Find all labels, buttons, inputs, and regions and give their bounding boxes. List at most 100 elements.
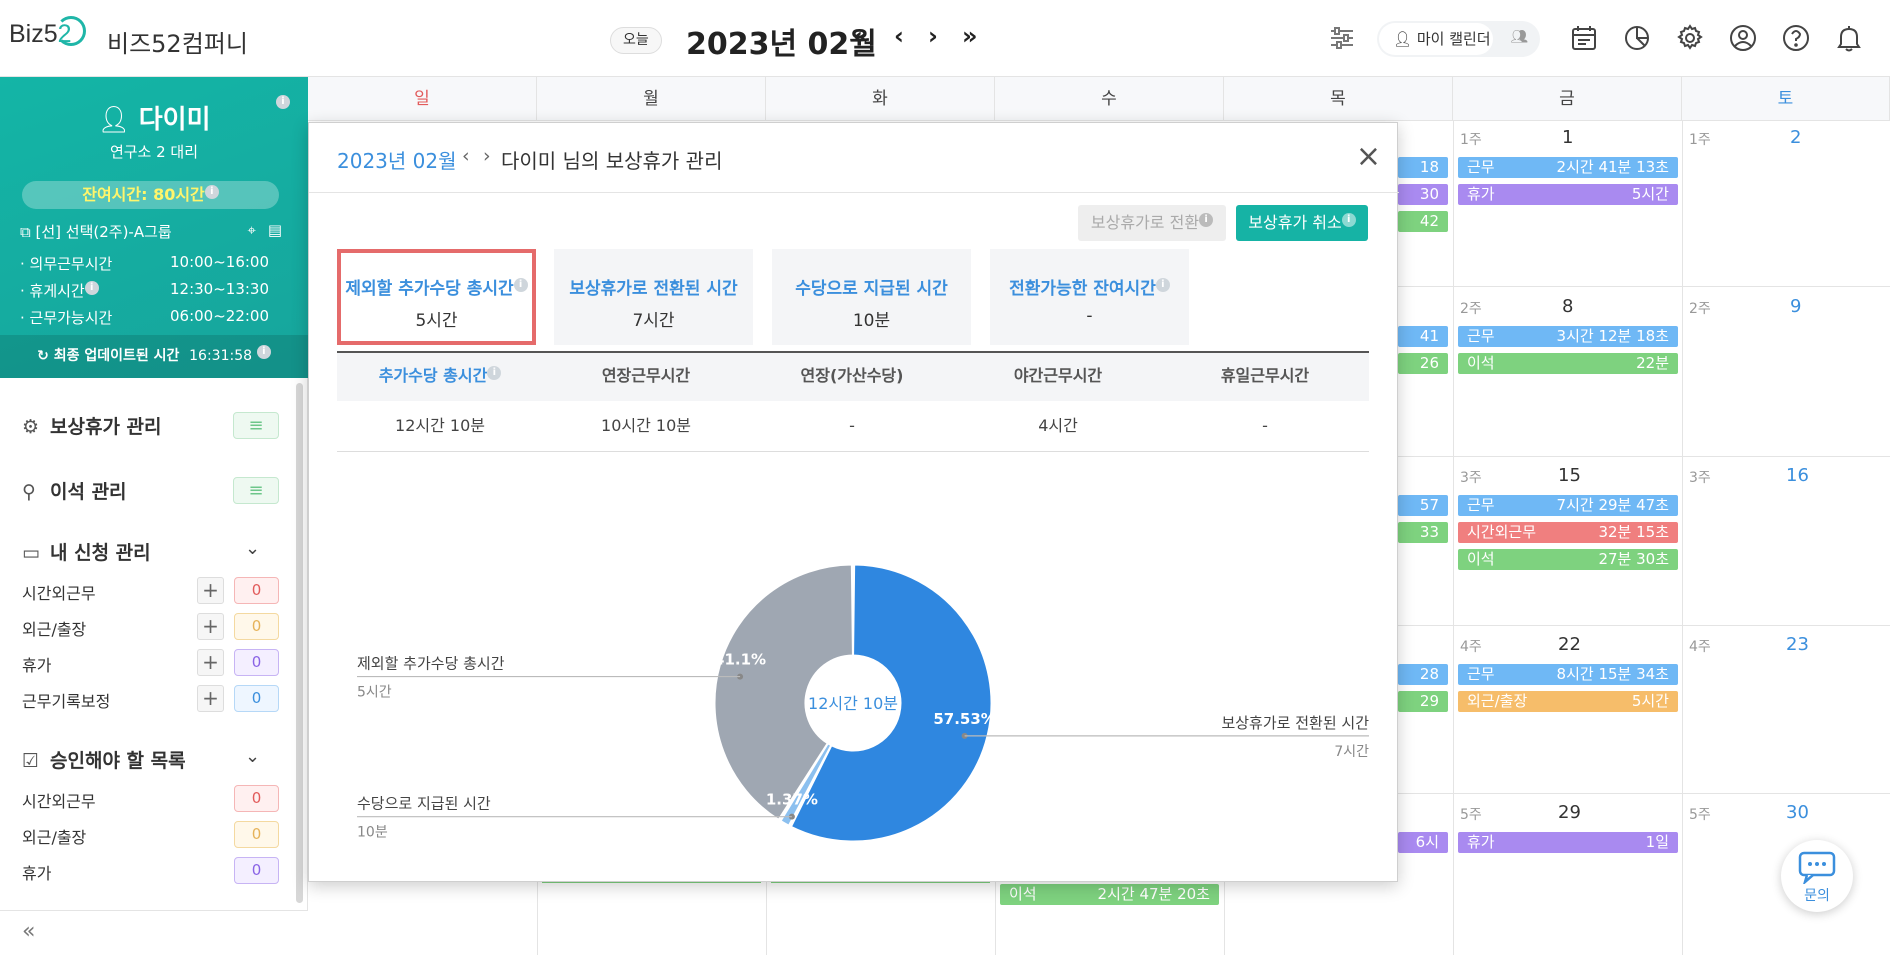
event-bar-outside[interactable]: 외근/출장 5시간 bbox=[1458, 691, 1678, 712]
chevron-down-icon[interactable]: ⌄ bbox=[245, 746, 260, 767]
event-bar-seat[interactable]: 33초 bbox=[1398, 522, 1448, 562]
approval-item-overtime[interactable]: 시간외근무 bbox=[22, 788, 96, 812]
date-number[interactable]: 22 bbox=[1558, 634, 1581, 655]
date-number[interactable]: 9 bbox=[1790, 296, 1801, 317]
event-bar-seat[interactable]: 이석 27분 30초 bbox=[1458, 549, 1678, 570]
event-bar-work[interactable]: 18초 bbox=[1398, 157, 1448, 197]
add-leave-button[interactable]: + bbox=[197, 649, 224, 676]
add-overtime-button[interactable]: + bbox=[197, 577, 224, 604]
event-bar-work[interactable]: 근무 8시간 15분 34초 bbox=[1458, 664, 1678, 685]
location-icon[interactable]: ⌖ bbox=[248, 221, 256, 239]
collapse-sidebar-button[interactable]: « bbox=[22, 919, 35, 944]
request-item-overtime[interactable]: 시간외근무 bbox=[22, 580, 96, 604]
approvals-header[interactable]: ☑ 승인해야 할 목록 bbox=[22, 746, 186, 773]
refresh-icon[interactable]: ↻ bbox=[37, 348, 49, 364]
my-requests-header[interactable]: ▭ 내 신청 관리 bbox=[22, 538, 151, 565]
request-item-leave[interactable]: 휴가 bbox=[22, 652, 51, 676]
leave-count[interactable]: 0 bbox=[234, 649, 279, 676]
day-header-fri: 금 bbox=[1453, 77, 1682, 121]
help-question-icon[interactable] bbox=[1780, 22, 1812, 54]
group-users-icon[interactable]: 👥︎ bbox=[1510, 29, 1528, 45]
info-icon[interactable]: i bbox=[276, 95, 290, 109]
chair-icon: ⚲ bbox=[22, 481, 36, 503]
event-bar-seat[interactable]: 26초 bbox=[1398, 353, 1448, 393]
first-month-button[interactable]: « bbox=[853, 22, 869, 50]
comp-leave-menu[interactable]: ⚙ 보상휴가 관리 bbox=[22, 412, 162, 439]
event-bar-leave[interactable]: 6시간 bbox=[1398, 832, 1448, 872]
add-outside-button[interactable]: + bbox=[197, 613, 224, 640]
date-number[interactable]: 16 bbox=[1786, 465, 1809, 486]
event-bar-work[interactable]: 근무 3시간 12분 18초 bbox=[1458, 326, 1678, 347]
date-number[interactable]: 23 bbox=[1786, 634, 1809, 655]
work-group: ⧉ [선] 선택(2주)-A그룹 ⌖ ▤ bbox=[20, 221, 282, 241]
filter-sliders-icon[interactable] bbox=[1326, 22, 1358, 54]
add-correction-button[interactable]: + bbox=[197, 685, 224, 712]
event-bar-work[interactable]: 근무 7시간 29분 47초 bbox=[1458, 495, 1678, 516]
seat-leave-menu[interactable]: ⚲ 이석 관리 bbox=[22, 477, 127, 504]
day-header-sun: 일 bbox=[308, 77, 537, 121]
settings-gear-icon[interactable] bbox=[1674, 22, 1706, 54]
event-bar-work[interactable]: 28초 bbox=[1398, 664, 1448, 704]
notification-bell-icon[interactable] bbox=[1833, 22, 1865, 54]
prev-month-button[interactable]: ‹ bbox=[894, 22, 904, 50]
approval-outside-count[interactable]: 0 bbox=[234, 821, 279, 848]
slice-percent-label: 57.53% bbox=[933, 710, 995, 728]
inquiry-chat-button[interactable]: 문의 bbox=[1781, 840, 1853, 912]
calendar-icon[interactable] bbox=[1568, 22, 1600, 54]
slice-value-label: 7시간 bbox=[1334, 744, 1369, 760]
date-number[interactable]: 2 bbox=[1790, 127, 1801, 148]
event-bar-leave[interactable]: 30분 bbox=[1398, 184, 1448, 224]
event-bar-overtime[interactable]: 시간외근무 32분 15초 bbox=[1458, 522, 1678, 543]
approval-overtime-count[interactable]: 0 bbox=[234, 785, 279, 812]
next-month-button[interactable]: › bbox=[928, 22, 938, 50]
date-number[interactable]: 8 bbox=[1562, 296, 1573, 317]
account-circle-icon[interactable] bbox=[1727, 22, 1759, 54]
request-item-correction[interactable]: 근무기록보정 bbox=[22, 688, 110, 712]
modal-prev-button[interactable]: ‹ bbox=[462, 145, 470, 167]
event-bar-seat[interactable]: 29초 bbox=[1398, 691, 1448, 731]
info-icon[interactable]: i bbox=[256, 345, 271, 360]
last-month-button[interactable]: » bbox=[962, 22, 978, 50]
event-bar-work[interactable]: 근무 2시간 41분 13초 bbox=[1458, 157, 1678, 178]
convert-to-comp-leave-button[interactable]: 보상휴가로 전환 i bbox=[1078, 205, 1226, 241]
modal-month[interactable]: 2023년 02월 bbox=[337, 145, 457, 174]
cancel-comp-leave-button[interactable]: 보상휴가 취소 i bbox=[1236, 205, 1368, 241]
event-bar-leave[interactable]: 휴가 1일 bbox=[1458, 832, 1678, 853]
donut-chart-svg: 12시간 10분 57.53% 보상휴가로 전환된 시간 7시간 1.37% 수당으로 지… bbox=[357, 564, 1369, 842]
event-bar-seat[interactable]: 42초 bbox=[1398, 211, 1448, 251]
approval-item-outside[interactable]: 외근/출장 bbox=[22, 824, 86, 848]
event-bar-work[interactable]: 57초 bbox=[1398, 495, 1448, 535]
approval-item-leave[interactable]: 휴가 bbox=[22, 860, 51, 884]
comp-leave-list-button[interactable]: ≡ bbox=[233, 412, 279, 439]
approval-leave-count[interactable]: 0 bbox=[234, 857, 279, 884]
remaining-time-badge: 잔여시간: 80시간 i bbox=[22, 181, 279, 209]
chevron-down-icon[interactable]: ⌄ bbox=[245, 538, 260, 559]
my-calendar-toggle[interactable]: 👤︎ 마이 캘린더 👥︎ bbox=[1377, 21, 1540, 57]
today-button[interactable]: 오늘 bbox=[610, 27, 662, 54]
date-number[interactable]: 15 bbox=[1558, 465, 1581, 486]
profile-name: 👤︎ 다이미 bbox=[97, 105, 211, 135]
document-icon[interactable]: ▤ bbox=[268, 221, 282, 239]
slice-value-label: 5시간 bbox=[357, 685, 392, 701]
event-bar-seat[interactable]: 이석 2시간 47분 20초 bbox=[1000, 884, 1219, 905]
date-number[interactable]: 30 bbox=[1786, 802, 1809, 823]
event-bar-leave[interactable]: 휴가 5시간 bbox=[1458, 184, 1678, 205]
close-icon[interactable]: × bbox=[1356, 139, 1381, 174]
info-icon[interactable]: i bbox=[84, 281, 99, 295]
modal-next-button[interactable]: › bbox=[483, 145, 491, 167]
event-bar-seat[interactable]: 이석 22분 bbox=[1458, 353, 1678, 374]
outside-count[interactable]: 0 bbox=[234, 613, 279, 640]
seat-leave-list-button[interactable]: ≡ bbox=[233, 477, 279, 504]
stat-card-excluded[interactable]: 제외할 추가수당 총시간 i 5시간 bbox=[337, 249, 536, 345]
info-icon[interactable]: i bbox=[204, 184, 219, 199]
sidebar-scrollbar[interactable] bbox=[296, 383, 303, 903]
date-number[interactable]: 1 bbox=[1562, 127, 1573, 148]
overtime-count[interactable]: 0 bbox=[234, 577, 279, 604]
date-number[interactable]: 29 bbox=[1558, 802, 1581, 823]
event-bar-work[interactable]: 41초 bbox=[1398, 326, 1448, 366]
correction-count[interactable]: 0 bbox=[234, 685, 279, 712]
request-item-outside[interactable]: 외근/출장 bbox=[22, 616, 86, 640]
day-header-tue: 화 bbox=[766, 77, 995, 121]
my-calendar-tab[interactable]: 👤︎ 마이 캘린더 bbox=[1379, 23, 1493, 55]
pie-chart-icon[interactable] bbox=[1621, 22, 1653, 54]
